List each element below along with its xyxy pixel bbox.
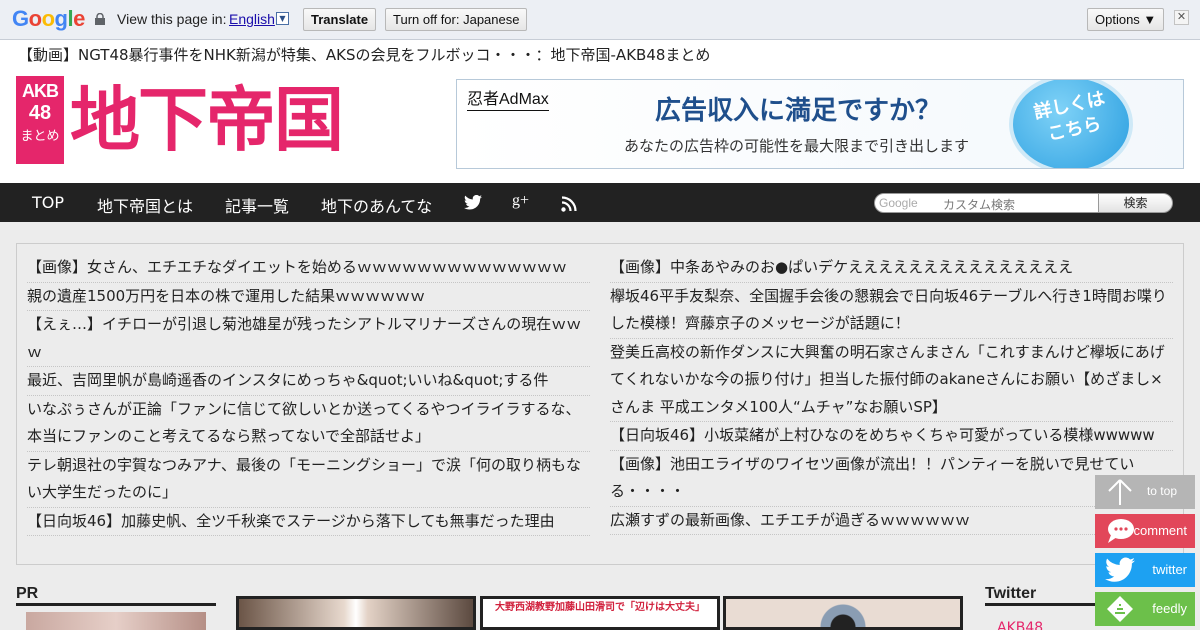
logo-line-akb: AKB bbox=[22, 81, 59, 101]
ad-banner[interactable]: 忍者AdMax 広告収入に満足ですか？ あなたの広告枠の可能性を最大限まで引き出… bbox=[456, 79, 1184, 169]
twitter-label: twitter bbox=[1152, 562, 1187, 577]
nav-item-about[interactable]: 地下帝国とは bbox=[97, 193, 193, 217]
comment-label: comment bbox=[1133, 523, 1187, 538]
article-list: 【画像】女さん、エチエチなダイエットを始めるｗｗｗｗｗｗｗｗｗｗｗｗｗｗ 親の遺… bbox=[16, 243, 1184, 565]
feedly-label: feedly bbox=[1152, 601, 1187, 616]
article-link[interactable]: 親の遺産1500万円を日本の株で運用した結果ｗｗｗｗｗｗ bbox=[27, 283, 590, 311]
article-link[interactable]: テレ朝退社の宇賀なつみアナ、最後の「モーニングショー」で涙「何の取り柄もない大学… bbox=[27, 452, 590, 508]
nav-item-articles[interactable]: 記事一覧 bbox=[225, 193, 289, 217]
search-button[interactable]: 検索 bbox=[1098, 193, 1173, 213]
pr-image[interactable] bbox=[26, 612, 206, 630]
site-logo-title[interactable]: 地下帝国 bbox=[70, 78, 344, 162]
feedly-icon bbox=[1107, 596, 1133, 622]
nav-item-antenna[interactable]: 地下のあんてな bbox=[321, 193, 432, 217]
article-column-right: 【画像】中条あやみのお●ぱいデケえええええええええええええええ 欅坂46平手友梨… bbox=[610, 254, 1173, 535]
comment-button[interactable]: comment bbox=[1095, 514, 1195, 548]
article-link[interactable]: 【画像】池田エライザのワイセツ画像が流出！！パンティーを脱いで見せている・・・・ bbox=[610, 451, 1173, 507]
close-icon[interactable]: ✕ bbox=[1174, 10, 1189, 25]
article-link[interactable]: 最近、吉岡里帆が島崎遥香のインスタにめっちゃ&quot;いいね&quot;する件 bbox=[27, 367, 590, 396]
nav-item-top[interactable]: TOP bbox=[32, 193, 64, 212]
options-button[interactable]: Options ▼ bbox=[1087, 8, 1165, 31]
comment-icon bbox=[1108, 519, 1134, 543]
translate-button[interactable]: Translate bbox=[303, 8, 377, 31]
pr-divider bbox=[16, 603, 216, 606]
site-logo-badge[interactable]: AKB 48 まとめ bbox=[16, 76, 64, 164]
rss-icon[interactable] bbox=[561, 196, 577, 212]
translate-bar: Google View this page in: English ▼ Tran… bbox=[0, 0, 1200, 40]
ad-subline: あなたの広告枠の可能性を最大限まで引き出します bbox=[624, 137, 970, 155]
article-link[interactable]: 【日向坂46】小坂菜緒が上村ひなのをめちゃくちゃ可愛がっている模様wwwww bbox=[610, 422, 1173, 451]
twitter-heading: Twitter bbox=[985, 585, 1037, 602]
logo-line-48: 48 bbox=[28, 102, 52, 124]
twitter-divider bbox=[985, 603, 1095, 606]
article-link[interactable]: 【えぇ…】イチローが引退し菊池雄星が残ったシアトルマリナーズさんの現在ｗｗｗ bbox=[27, 311, 590, 367]
search-placeholder: カスタム検索 bbox=[943, 198, 1016, 212]
article-link[interactable]: 【画像】中条あやみのお●ぱいデケえええええええええええええええ bbox=[610, 254, 1173, 283]
twitter-embed-text[interactable]: AKB48 bbox=[997, 620, 1043, 630]
article-thumbnail[interactable] bbox=[723, 596, 963, 630]
search-input[interactable]: Google カスタム検索 bbox=[874, 193, 1099, 213]
ad-headline: 広告収入に満足ですか？ bbox=[655, 96, 942, 126]
twitter-icon[interactable] bbox=[464, 195, 482, 210]
article-link[interactable]: 広瀬すずの最新画像、エチエチが過ぎるｗｗｗｗｗｗ bbox=[610, 507, 1173, 535]
article-thumbnail[interactable]: 大野西湖教野加藤山田滑司で「辺けは大丈夫」 bbox=[480, 596, 720, 630]
pr-heading: PR bbox=[16, 585, 39, 602]
google-plus-icon[interactable]: g+ bbox=[512, 192, 529, 210]
twitter-share-button[interactable]: twitter bbox=[1095, 553, 1195, 587]
twitter-icon bbox=[1105, 557, 1135, 582]
article-link[interactable]: 【画像】女さん、エチエチなダイエットを始めるｗｗｗｗｗｗｗｗｗｗｗｗｗｗ bbox=[27, 254, 590, 283]
article-column-left: 【画像】女さん、エチエチなダイエットを始めるｗｗｗｗｗｗｗｗｗｗｗｗｗｗ 親の遺… bbox=[27, 254, 590, 536]
lock-icon bbox=[95, 13, 105, 25]
feedly-button[interactable]: feedly bbox=[1095, 592, 1195, 626]
article-link[interactable]: いなぷぅさんが正論「ファンに信じて欲しいとか送ってくるやつイライラするな、本当に… bbox=[27, 396, 590, 452]
language-dropdown-icon[interactable]: ▼ bbox=[276, 12, 289, 25]
turn-off-button[interactable]: Turn off for: Japanese bbox=[385, 8, 528, 31]
to-top-label: to top bbox=[1146, 484, 1177, 498]
article-thumbnail[interactable] bbox=[236, 596, 476, 630]
thumbnail-caption: 大野西湖教野加藤山田滑司で「辺けは大丈夫」 bbox=[495, 602, 705, 613]
language-link[interactable]: English bbox=[229, 11, 275, 27]
ad-brand: 忍者AdMax bbox=[467, 85, 549, 111]
article-link[interactable]: 登美丘高校の新作ダンスに大興奮の明石家さんまさん「これすまんけど欅坂にあげてくれ… bbox=[610, 339, 1173, 422]
logo-line-matome: まとめ bbox=[20, 128, 60, 143]
search-google-watermark: Google bbox=[879, 196, 918, 210]
google-logo: Google bbox=[12, 6, 85, 31]
arrow-up-icon bbox=[1108, 479, 1132, 505]
article-link[interactable]: 欅坂46平手友梨奈、全国握手会後の懇親会で日向坂46テーブルへ行き1時間お喋りし… bbox=[610, 283, 1173, 339]
page-title: 【動画】NGT48暴行事件をNHK新潟が特集、AKSの会見をフルボッコ・・・：地… bbox=[18, 46, 711, 64]
view-page-label: View this page in: bbox=[117, 11, 227, 27]
to-top-button[interactable]: to top bbox=[1095, 475, 1195, 509]
article-link[interactable]: 【日向坂46】加藤史帆、全ツ千秋楽でステージから落下しても無事だった理由 bbox=[27, 508, 590, 536]
